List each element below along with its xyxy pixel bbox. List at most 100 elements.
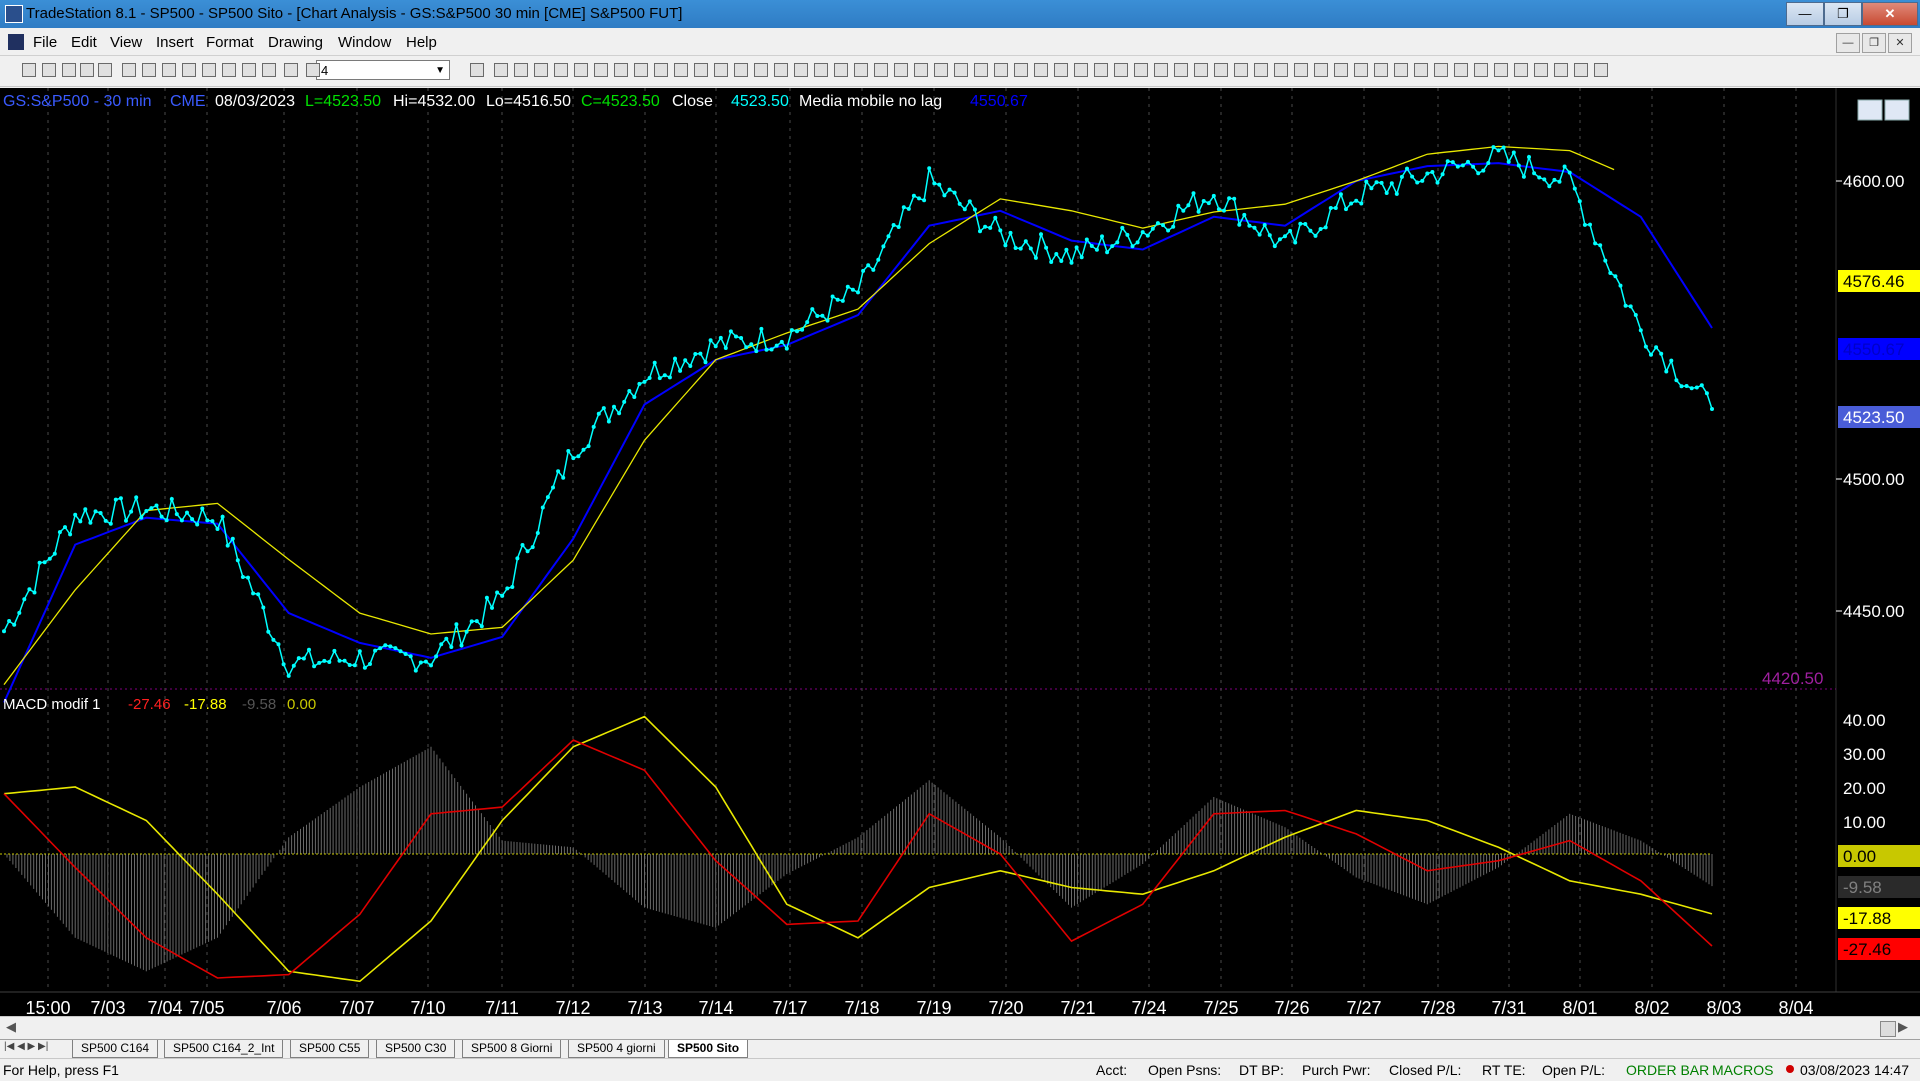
tab-sp500-4-giorni[interactable]: SP500 4 giorni: [568, 1040, 665, 1058]
menu-help[interactable]: Help: [406, 34, 437, 51]
toolbar-button-icon[interactable]: [1434, 63, 1448, 77]
horizontal-scrollbar[interactable]: ◀ ▶: [0, 1016, 1920, 1039]
toolbar-button-icon[interactable]: [42, 63, 56, 77]
mdi-restore-button[interactable]: ❐: [1862, 33, 1886, 53]
toolbar-button-icon[interactable]: [162, 63, 176, 77]
toolbar-button-icon[interactable]: [974, 63, 988, 77]
toolbar-button-icon[interactable]: [1114, 63, 1128, 77]
toolbar-button-icon[interactable]: [874, 63, 888, 77]
toolbar-button-icon[interactable]: [1394, 63, 1408, 77]
status-macros[interactable]: MACROS: [1712, 1062, 1773, 1078]
menu-drawing[interactable]: Drawing: [268, 34, 323, 51]
toolbar-button-icon[interactable]: [1594, 63, 1608, 77]
toolbar-button-icon[interactable]: [794, 63, 808, 77]
chart-min-button[interactable]: [1857, 99, 1883, 121]
mdi-close-button[interactable]: ✕: [1888, 33, 1912, 53]
toolbar-button-icon[interactable]: [1254, 63, 1268, 77]
menu-file[interactable]: File: [33, 34, 57, 51]
toolbar-button-icon[interactable]: [1514, 63, 1528, 77]
toolbar-button-icon[interactable]: [894, 63, 908, 77]
toolbar-button-icon[interactable]: [1034, 63, 1048, 77]
toolbar-button-icon[interactable]: [262, 63, 276, 77]
toolbar-button-icon[interactable]: [1454, 63, 1468, 77]
toolbar-button-icon[interactable]: [1074, 63, 1088, 77]
toolbar-button-icon[interactable]: [554, 63, 568, 77]
toolbar-button-icon[interactable]: [1414, 63, 1428, 77]
toolbar-button-icon[interactable]: [834, 63, 848, 77]
toolbar-button-icon[interactable]: [1154, 63, 1168, 77]
scroll-thumb[interactable]: [1880, 1021, 1896, 1037]
tab-sp500-8-giorni[interactable]: SP500 8 Giorni: [462, 1040, 562, 1058]
toolbar-button-icon[interactable]: [734, 63, 748, 77]
tab-sp500-c164[interactable]: SP500 C164: [72, 1040, 159, 1058]
toolbar-button-icon[interactable]: [1374, 63, 1388, 77]
menu-insert[interactable]: Insert: [156, 34, 194, 51]
toolbar-button-icon[interactable]: [1214, 63, 1228, 77]
tab-sp500-sito[interactable]: SP500 Sito: [668, 1040, 749, 1058]
toolbar-button-icon[interactable]: [1014, 63, 1028, 77]
toolbar-button-icon[interactable]: [854, 63, 868, 77]
tab-sp500-c30[interactable]: SP500 C30: [376, 1040, 456, 1058]
menu-view[interactable]: View: [110, 34, 142, 51]
toolbar-button-icon[interactable]: [182, 63, 196, 77]
toolbar-button-icon[interactable]: [1554, 63, 1568, 77]
scroll-left-icon[interactable]: ◀: [6, 1019, 16, 1035]
scroll-right-icon[interactable]: ▶: [1898, 1019, 1908, 1035]
toolbar-button-icon[interactable]: [634, 63, 648, 77]
toolbar-button-icon[interactable]: [594, 63, 608, 77]
menu-edit[interactable]: Edit: [71, 34, 97, 51]
toolbar-button-icon[interactable]: [994, 63, 1008, 77]
toolbar-button-icon[interactable]: [614, 63, 628, 77]
toolbar-button-icon[interactable]: [202, 63, 216, 77]
toolbar-button-icon[interactable]: [774, 63, 788, 77]
mdi-minimize-button[interactable]: —: [1836, 33, 1860, 53]
menu-window[interactable]: Window: [338, 34, 391, 51]
toolbar-button-icon[interactable]: [514, 63, 528, 77]
toolbar-button-icon[interactable]: [934, 63, 948, 77]
toolbar-button-icon[interactable]: [694, 63, 708, 77]
toolbar-button-icon[interactable]: [1194, 63, 1208, 77]
toolbar-button-icon[interactable]: [80, 63, 94, 77]
toolbar-button-icon[interactable]: [1334, 63, 1348, 77]
toolbar-button-icon[interactable]: [1574, 63, 1588, 77]
toolbar-button-icon[interactable]: [222, 63, 236, 77]
toolbar-button-icon[interactable]: [494, 63, 508, 77]
toolbar-button-icon[interactable]: [62, 63, 76, 77]
price-chart-svg[interactable]: GS:S&P500 - 30 min CME 08/03/2023 L=4523…: [0, 88, 1920, 1018]
toolbar-button-icon[interactable]: [574, 63, 588, 77]
toolbar-button-icon[interactable]: [1474, 63, 1488, 77]
toolbar-button-icon[interactable]: [142, 63, 156, 77]
toolbar-button-icon[interactable]: [306, 63, 320, 77]
toolbar-button-icon[interactable]: [1094, 63, 1108, 77]
toolbar-button-icon[interactable]: [1174, 63, 1188, 77]
chart-restore-button[interactable]: [1884, 99, 1910, 121]
toolbar-button-icon[interactable]: [284, 63, 298, 77]
toolbar-button-icon[interactable]: [470, 63, 484, 77]
tab-nav-icons[interactable]: |◀ ◀ ▶ ▶|: [4, 1041, 48, 1052]
toolbar-button-icon[interactable]: [714, 63, 728, 77]
tab-sp500-c55[interactable]: SP500 C55: [290, 1040, 370, 1058]
tab-sp500-c164-2-int[interactable]: SP500 C164_2_Int: [164, 1040, 284, 1058]
toolbar-button-icon[interactable]: [754, 63, 768, 77]
toolbar-button-icon[interactable]: [1354, 63, 1368, 77]
toolbar-button-icon[interactable]: [22, 63, 36, 77]
toolbar-button-icon[interactable]: [1274, 63, 1288, 77]
toolbar-button-icon[interactable]: [954, 63, 968, 77]
menu-format[interactable]: Format: [206, 34, 254, 51]
minimize-button[interactable]: —: [1786, 2, 1824, 26]
chart-window-icon[interactable]: [8, 34, 24, 50]
toolbar-button-icon[interactable]: [1534, 63, 1548, 77]
toolbar-button-icon[interactable]: [1294, 63, 1308, 77]
toolbar-button-icon[interactable]: [1314, 63, 1328, 77]
toolbar-button-icon[interactable]: [1054, 63, 1068, 77]
maximize-button[interactable]: ❐: [1824, 2, 1862, 26]
toolbar-button-icon[interactable]: [1494, 63, 1508, 77]
chart-area[interactable]: GS:S&P500 - 30 min CME 08/03/2023 L=4523…: [0, 88, 1920, 1018]
toolbar-button-icon[interactable]: [914, 63, 928, 77]
toolbar-button-icon[interactable]: [242, 63, 256, 77]
toolbar-button-icon[interactable]: [98, 63, 112, 77]
toolbar-button-icon[interactable]: [814, 63, 828, 77]
toolbar-button-icon[interactable]: [122, 63, 136, 77]
toolbar-button-icon[interactable]: [534, 63, 548, 77]
toolbar-button-icon[interactable]: [1234, 63, 1248, 77]
